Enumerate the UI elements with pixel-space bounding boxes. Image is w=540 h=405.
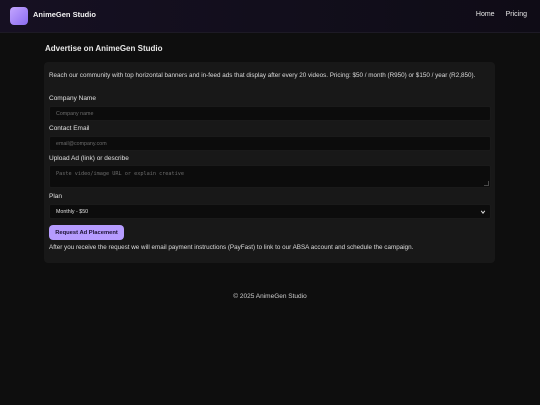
nav-pricing-link[interactable]: Pricing	[506, 11, 527, 18]
brand-logo-icon[interactable]	[10, 7, 28, 25]
plan-selected-value: Monthly - $50	[56, 208, 89, 215]
brand-name[interactable]: AnimeGen Studio	[33, 10, 96, 19]
company-name-input[interactable]: Company name	[49, 106, 491, 121]
company-name-placeholder: Company name	[56, 110, 94, 117]
plan-label: Plan	[49, 193, 63, 200]
request-ad-placement-button[interactable]: Request Ad Placement	[49, 225, 124, 240]
payment-instructions-text: After you receive the request we will em…	[49, 244, 414, 251]
contact-email-label: Contact Email	[49, 125, 90, 132]
upload-ad-placeholder: Paste video/image URL or explain creativ…	[56, 171, 185, 177]
nav-home-link[interactable]: Home	[476, 11, 495, 18]
main-nav: Home Pricing	[476, 11, 527, 18]
contact-email-placeholder: email@company.com	[56, 140, 107, 147]
upload-ad-textarea[interactable]: Paste video/image URL or explain creativ…	[49, 165, 491, 188]
footer-copyright: © 2025 AnimeGen Studio	[233, 293, 307, 300]
advertise-form-card: Reach our community with top horizontal …	[44, 62, 495, 263]
page-title: Advertise on AnimeGen Studio	[45, 44, 163, 53]
company-name-label: Company Name	[49, 95, 96, 102]
upload-ad-label: Upload Ad (link) or describe	[49, 155, 129, 162]
resize-handle-icon[interactable]	[484, 181, 489, 186]
contact-email-input[interactable]: email@company.com	[49, 136, 491, 151]
top-header: AnimeGen Studio Home Pricing	[0, 0, 540, 33]
chevron-down-icon	[480, 210, 486, 214]
plan-select[interactable]: Monthly - $50	[49, 204, 491, 219]
intro-text: Reach our community with top horizontal …	[49, 72, 476, 79]
